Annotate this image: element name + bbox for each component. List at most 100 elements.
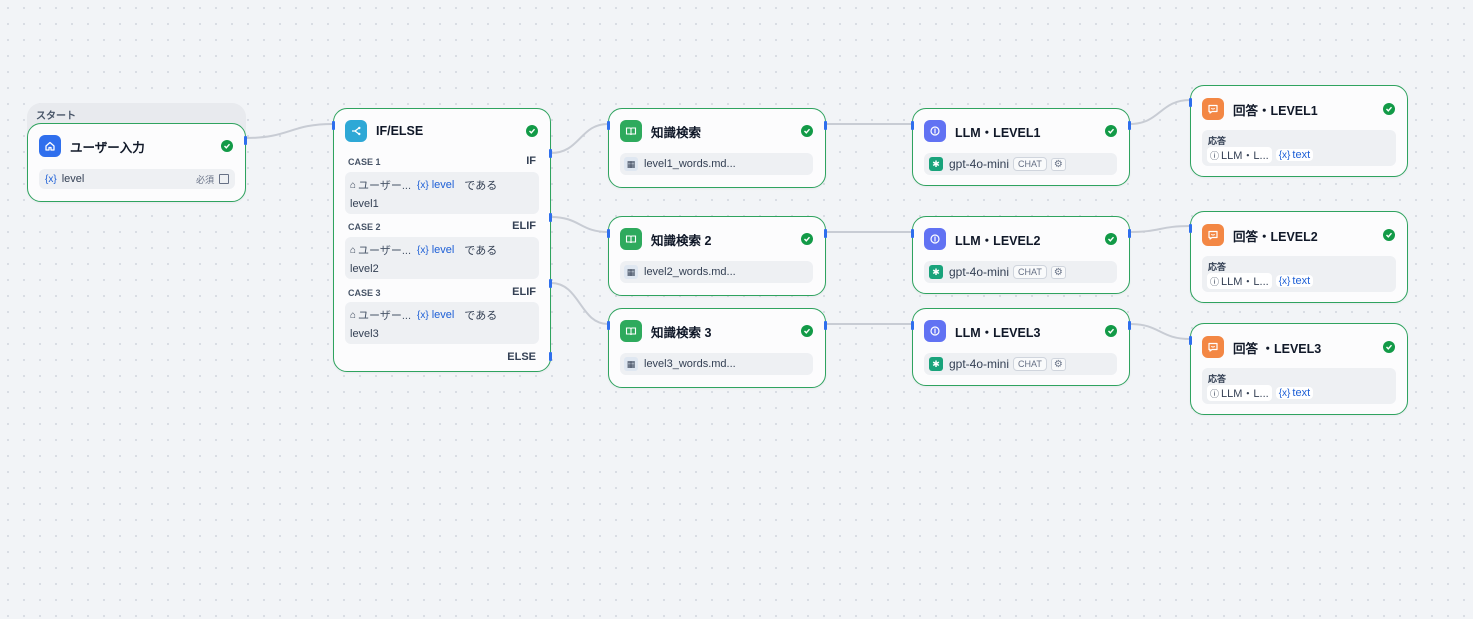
case-kind: ELIF bbox=[512, 286, 536, 298]
else-output-handle[interactable] bbox=[549, 352, 552, 361]
success-check-icon bbox=[1383, 103, 1395, 115]
input-handle[interactable] bbox=[607, 229, 610, 238]
input-handle[interactable] bbox=[911, 121, 914, 130]
if-output-handle[interactable] bbox=[549, 149, 552, 158]
knowledge-dataset[interactable]: ▦ level2_words.md... bbox=[620, 261, 813, 283]
input-handle[interactable] bbox=[1189, 224, 1192, 233]
output-handle[interactable] bbox=[244, 136, 247, 145]
settings-icon[interactable]: ⚙ bbox=[1050, 357, 1066, 371]
condition-variable: level bbox=[431, 244, 455, 256]
condition-source: ユーザー... bbox=[358, 310, 411, 322]
input-handle[interactable] bbox=[911, 229, 914, 238]
llm-node-1[interactable]: LLM・LEVEL1 ✱ gpt-4o-mini CHAT ⚙ bbox=[911, 108, 1131, 186]
elif-output-handle[interactable] bbox=[549, 213, 552, 222]
llm-model[interactable]: ✱ gpt-4o-mini CHAT ⚙ bbox=[924, 153, 1117, 175]
success-check-icon bbox=[1105, 125, 1117, 137]
elif-output-handle[interactable] bbox=[549, 279, 552, 288]
llm-model[interactable]: ✱ gpt-4o-mini CHAT ⚙ bbox=[924, 261, 1117, 283]
response-box[interactable]: 応答 ⓘ LLM・L... {x} text bbox=[1202, 256, 1396, 292]
success-check-icon bbox=[1383, 229, 1395, 241]
case-label: CASE 2 bbox=[348, 222, 381, 232]
variable-name: text bbox=[1292, 387, 1311, 399]
branch-icon bbox=[345, 120, 367, 142]
input-handle[interactable] bbox=[607, 121, 610, 130]
book-icon bbox=[620, 228, 642, 250]
condition-operator: である bbox=[464, 310, 498, 322]
condition-box[interactable]: ⌂ ユーザー... {x} level である level1 bbox=[345, 172, 539, 214]
mode-badge: CHAT bbox=[1013, 265, 1047, 279]
llm-model[interactable]: ✱ gpt-4o-mini CHAT ⚙ bbox=[924, 353, 1117, 375]
variable-icon: {x} bbox=[417, 244, 429, 256]
input-handle[interactable] bbox=[607, 321, 610, 330]
ifelse-node[interactable]: IF/ELSE CASE 1 IF ⌂ ユーザー... {x} level であ… bbox=[332, 108, 552, 372]
response-box[interactable]: 応答 ⓘ LLM・L... {x} text bbox=[1202, 368, 1396, 404]
variable-icon: {x} bbox=[1278, 387, 1291, 399]
dataset-icon: ▦ bbox=[624, 357, 638, 371]
condition-value: level3 bbox=[350, 328, 379, 340]
answer-node-1[interactable]: 回答・LEVEL1 応答 ⓘ LLM・L... {x} text bbox=[1189, 85, 1408, 177]
variable-name: level bbox=[61, 173, 85, 185]
output-handle[interactable] bbox=[824, 321, 827, 330]
llm-title: LLM・LEVEL1 bbox=[955, 125, 1041, 140]
openai-icon: ✱ bbox=[929, 357, 943, 371]
condition-box[interactable]: ⌂ ユーザー... {x} level である level3 bbox=[345, 302, 539, 344]
variable-name: text bbox=[1292, 275, 1311, 287]
knowledge-node-3[interactable]: 知識検索 3 ▦ level3_words.md... bbox=[607, 308, 827, 388]
knowledge-title: 知識検索 3 bbox=[651, 325, 712, 340]
llm-node-2[interactable]: LLM・LEVEL2 ✱ gpt-4o-mini CHAT ⚙ bbox=[911, 216, 1131, 294]
input-handle[interactable] bbox=[332, 121, 335, 130]
success-check-icon bbox=[221, 140, 233, 152]
copy-icon[interactable] bbox=[219, 174, 229, 184]
response-label: 応答 bbox=[1208, 262, 1227, 272]
knowledge-node-1[interactable]: 知識検索 ▦ level1_words.md... bbox=[607, 108, 827, 188]
settings-icon[interactable]: ⚙ bbox=[1050, 265, 1066, 279]
response-label: 応答 bbox=[1208, 136, 1227, 146]
output-handle[interactable] bbox=[824, 229, 827, 238]
answer-icon bbox=[1202, 224, 1224, 246]
knowledge-node-2[interactable]: 知識検索 2 ▦ level2_words.md... bbox=[607, 216, 827, 296]
case-kind: ELIF bbox=[512, 220, 536, 232]
output-handle[interactable] bbox=[1128, 229, 1131, 238]
answer-node-3[interactable]: 回答 ・LEVEL3 応答 ⓘ LLM・L... {x} text bbox=[1189, 323, 1408, 415]
answer-title: 回答・LEVEL2 bbox=[1233, 229, 1318, 244]
knowledge-dataset[interactable]: ▦ level3_words.md... bbox=[620, 353, 813, 375]
success-check-icon bbox=[1105, 233, 1117, 245]
output-handle[interactable] bbox=[1128, 121, 1131, 130]
condition-source: ユーザー... bbox=[358, 180, 411, 192]
edge-elif1-knowledge2 bbox=[550, 216, 609, 233]
input-handle[interactable] bbox=[1189, 336, 1192, 345]
condition-box[interactable]: ⌂ ユーザー... {x} level である level2 bbox=[345, 237, 539, 279]
settings-icon[interactable]: ⚙ bbox=[1050, 157, 1066, 171]
answer-node-2[interactable]: 回答・LEVEL2 応答 ⓘ LLM・L... {x} text bbox=[1189, 211, 1408, 303]
source-name: LLM・L... bbox=[1221, 388, 1269, 400]
case-label: CASE 3 bbox=[348, 288, 381, 298]
answer-title: 回答 ・LEVEL3 bbox=[1233, 341, 1322, 356]
llm-title: LLM・LEVEL3 bbox=[955, 325, 1041, 340]
input-handle[interactable] bbox=[911, 321, 914, 330]
output-handle[interactable] bbox=[824, 121, 827, 130]
start-variable[interactable]: {x} level 必須 bbox=[39, 169, 235, 189]
knowledge-dataset[interactable]: ▦ level1_words.md... bbox=[620, 153, 813, 175]
success-check-icon bbox=[1105, 325, 1117, 337]
success-check-icon bbox=[801, 233, 813, 245]
condition-value: level1 bbox=[350, 198, 379, 210]
llm-title: LLM・LEVEL2 bbox=[955, 233, 1041, 248]
edge-elif2-knowledge3 bbox=[550, 282, 609, 325]
answer-title: 回答・LEVEL1 bbox=[1233, 103, 1318, 118]
home-icon bbox=[39, 135, 61, 157]
condition-value: level2 bbox=[350, 263, 379, 275]
success-check-icon bbox=[801, 125, 813, 137]
start-node[interactable]: ユーザー入力 {x} level 必須 bbox=[27, 123, 247, 202]
case-kind: IF bbox=[526, 155, 536, 167]
response-source: ⓘ LLM・L... bbox=[1207, 385, 1272, 401]
ifelse-title: IF/ELSE bbox=[376, 124, 424, 138]
book-icon bbox=[620, 320, 642, 342]
variable-icon: {x} bbox=[1278, 149, 1291, 161]
source-name: LLM・L... bbox=[1221, 150, 1269, 162]
input-handle[interactable] bbox=[1189, 98, 1192, 107]
home-icon: ⌂ bbox=[350, 179, 357, 191]
llm-node-3[interactable]: LLM・LEVEL3 ✱ gpt-4o-mini CHAT ⚙ bbox=[911, 308, 1131, 386]
output-handle[interactable] bbox=[1128, 321, 1131, 330]
home-icon: ⌂ bbox=[350, 244, 357, 256]
response-box[interactable]: 応答 ⓘ LLM・L... {x} text bbox=[1202, 130, 1396, 166]
